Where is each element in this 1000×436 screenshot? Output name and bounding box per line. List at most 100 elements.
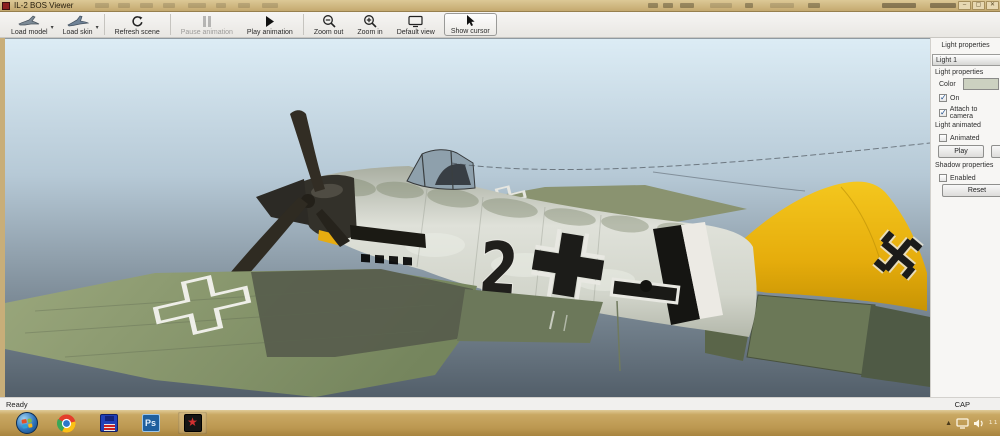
taskbar: Ps ★ ▲ 1 1	[0, 410, 1000, 436]
toolbar-label: Zoom out	[314, 29, 344, 36]
toolbar: Load model ▾ Load skin ▾ Refresh scene P…	[0, 12, 1000, 38]
scene-canvas: 2	[5, 39, 930, 398]
aero-glass-artifact	[770, 3, 794, 8]
show-cursor-button[interactable]: Show cursor	[444, 13, 497, 36]
cursor-icon	[464, 14, 476, 27]
status-cap-indicator: CAP	[955, 400, 970, 409]
aero-glass-artifact	[648, 3, 658, 8]
taskbar-item-il2-viewer[interactable]: ★	[178, 412, 207, 434]
aero-glass-artifact	[710, 3, 732, 8]
tray-clock-clipped[interactable]: 1 1	[989, 420, 1000, 427]
light-properties-panel: Light properties Light 1 Light propertie…	[930, 38, 1000, 397]
group-label-shadow-properties: Shadow properties	[935, 162, 993, 169]
light-color-swatch[interactable]	[963, 78, 999, 90]
toolbar-label: Pause animation	[181, 29, 233, 36]
taskbar-item-photoshop[interactable]: Ps	[136, 412, 165, 434]
status-bar: Ready CAP	[0, 397, 1000, 410]
airplane-icon	[18, 15, 40, 28]
toolbar-separator	[104, 14, 105, 35]
on-checkbox[interactable]	[939, 94, 947, 102]
toolbar-label: Default view	[397, 29, 435, 36]
aero-glass-artifact	[216, 3, 226, 8]
aero-glass-artifact	[930, 3, 956, 8]
maximize-button[interactable]: ▢	[972, 1, 985, 10]
tray-display-icon[interactable]	[956, 418, 969, 429]
load-model-button[interactable]: Load model	[4, 12, 55, 37]
magnifier-plus-icon	[363, 15, 377, 28]
attach-checkbox-row[interactable]: Attach to camera	[939, 106, 1000, 120]
taskbar-item-floppy-app[interactable]	[94, 412, 123, 434]
pause-icon	[202, 15, 212, 28]
system-tray: ▲ 1 1	[945, 410, 1000, 436]
status-text: Ready	[6, 400, 28, 409]
color-label: Color	[939, 81, 956, 88]
hidden-icons-arrow[interactable]: ▲	[945, 420, 952, 427]
airplane-icon	[67, 15, 89, 28]
light-list-item[interactable]: Light 1	[932, 54, 1000, 66]
aero-glass-artifact	[663, 3, 673, 8]
toolbar-label: Zoom in	[357, 29, 382, 36]
3d-viewport[interactable]: 2	[5, 38, 930, 397]
aero-glass-artifact	[163, 3, 175, 8]
pause-animation-button: Pause animation	[174, 12, 240, 37]
shadow-enabled-checkbox[interactable]	[939, 174, 947, 182]
play-light-button[interactable]: Play	[938, 145, 984, 158]
refresh-icon	[131, 15, 144, 28]
monitor-icon	[408, 15, 423, 28]
toolbar-label: Show cursor	[451, 28, 490, 35]
start-button[interactable]	[16, 412, 38, 434]
aero-glass-artifact	[95, 3, 109, 8]
aero-glass-artifact	[262, 3, 278, 8]
toolbar-label: Load skin	[63, 29, 93, 36]
toolbar-separator	[170, 14, 171, 35]
play-icon	[265, 15, 275, 28]
floppy-disk-icon	[100, 414, 118, 432]
taskbar-item-chrome[interactable]	[52, 412, 81, 434]
title-bar: IL-2 BOS Viewer – ▢ ✕	[0, 0, 1000, 12]
app-icon	[2, 2, 10, 10]
aero-glass-artifact	[882, 3, 916, 8]
windows-logo-icon	[21, 418, 32, 428]
minimize-button[interactable]: –	[958, 1, 971, 10]
reset-button[interactable]: Reset	[942, 184, 1000, 197]
animated-checkbox[interactable]	[939, 134, 947, 142]
panel-title: Light properties	[931, 42, 1000, 49]
red-star-icon: ★	[184, 414, 202, 432]
play-animation-button[interactable]: Play animation	[240, 12, 300, 37]
aero-glass-artifact	[238, 3, 250, 8]
toolbar-label: Load model	[11, 29, 48, 36]
default-view-button[interactable]: Default view	[390, 12, 442, 37]
magnifier-minus-icon	[322, 15, 336, 28]
aero-glass-artifact	[680, 3, 694, 8]
stop-light-button-cutoff[interactable]	[991, 145, 1000, 158]
zoom-in-button[interactable]: Zoom in	[350, 12, 389, 37]
tray-volume-icon[interactable]	[973, 418, 985, 429]
on-checkbox-row[interactable]: On	[939, 94, 959, 102]
aero-glass-artifact	[745, 3, 753, 8]
enabled-checkbox-row[interactable]: Enabled	[939, 174, 976, 182]
app-window: IL-2 BOS Viewer – ▢ ✕ Load model ▾	[0, 0, 1000, 436]
toolbar-separator	[303, 14, 304, 35]
load-skin-dropdown-arrow[interactable]: ▾	[96, 24, 99, 31]
animated-label: Animated	[950, 135, 980, 142]
group-label-light-properties: Light properties	[935, 69, 983, 76]
photoshop-icon: Ps	[142, 414, 160, 432]
group-label-light-animated: Light animated	[935, 122, 981, 129]
aero-glass-artifact	[140, 3, 153, 8]
toolbar-label: Play animation	[247, 29, 293, 36]
aero-glass-artifact	[808, 3, 820, 8]
zoom-out-button[interactable]: Zoom out	[307, 12, 351, 37]
attach-to-camera-checkbox[interactable]	[939, 109, 947, 117]
close-button[interactable]: ✕	[986, 1, 999, 10]
attach-label: Attach to camera	[950, 106, 1000, 120]
toolbar-label: Refresh scene	[115, 29, 160, 36]
load-model-dropdown-arrow[interactable]: ▾	[51, 24, 54, 31]
on-label: On	[950, 95, 959, 102]
load-skin-button[interactable]: Load skin	[56, 12, 100, 37]
refresh-scene-button[interactable]: Refresh scene	[108, 12, 167, 37]
animated-checkbox-row[interactable]: Animated	[939, 134, 980, 142]
window-title: IL-2 BOS Viewer	[14, 1, 73, 10]
enabled-label: Enabled	[950, 175, 976, 182]
aero-glass-artifact	[118, 3, 130, 8]
chrome-icon	[57, 414, 76, 433]
